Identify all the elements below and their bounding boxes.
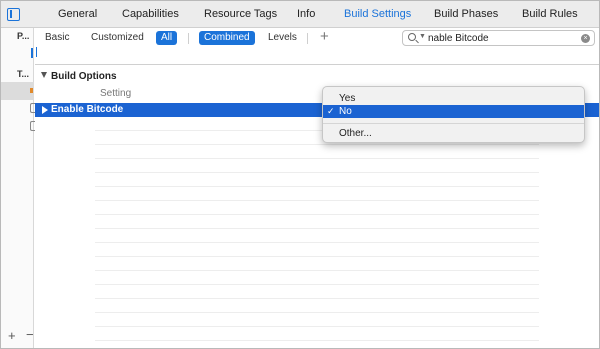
search-input[interactable] [428,32,578,44]
empty-row [95,313,539,327]
empty-row [95,229,539,243]
menu-item-yes[interactable]: Yes [323,92,584,105]
disclosure-triangle-icon[interactable] [42,106,48,114]
empty-row [95,257,539,271]
menu-item-no[interactable]: ✓ No [323,105,584,118]
targets-section-label: T... [17,69,30,79]
bitcode-value-popup-menu: Yes ✓ No Other... [322,86,585,143]
empty-row [95,187,539,201]
section-header-build-options[interactable]: Build Options [41,71,117,82]
focus-indicator [36,47,37,57]
filter-customized-button[interactable]: Customized [86,31,149,45]
project-target-list: P... T... [1,28,35,348]
tab-resource-tags[interactable]: Resource Tags [204,8,277,20]
navigator-toggle-icon[interactable] [7,8,20,21]
empty-row [95,201,539,215]
search-icon [408,33,416,41]
filter-bar-divider [35,64,599,65]
add-target-button[interactable]: + [8,328,16,343]
build-settings-filter-bar: Basic Customized All Combined Levels + ▼… [35,28,599,48]
empty-row [95,145,539,159]
column-header-setting: Setting [100,88,132,99]
menu-item-no-label: No [339,106,352,117]
tab-build-phases[interactable]: Build Phases [434,8,498,20]
empty-row [95,243,539,257]
setting-name: Enable Bitcode [51,104,124,115]
empty-row [95,271,539,285]
view-combined-button[interactable]: Combined [199,31,255,45]
tab-build-settings[interactable]: Build Settings [344,8,411,20]
section-title: Build Options [51,71,117,82]
menu-separator [323,123,584,124]
clear-search-icon[interactable]: × [581,34,590,43]
empty-row [95,327,539,341]
editor-tab-bar: General Capabilities Resource Tags Info … [1,1,599,28]
remove-target-button[interactable]: − [26,327,34,342]
filter-divider [188,33,189,44]
menu-item-other[interactable]: Other... [323,127,584,140]
target-icon[interactable] [30,121,35,131]
empty-row [95,285,539,299]
target-app-icon [30,88,33,93]
tab-info[interactable]: Info [297,8,315,20]
empty-row [95,215,539,229]
filter-divider [307,33,308,44]
empty-row [95,173,539,187]
xcode-build-settings-window: General Capabilities Resource Tags Info … [0,0,600,349]
search-options-chevron-icon[interactable]: ▼ [419,33,426,40]
view-levels-button[interactable]: Levels [263,31,302,45]
tab-build-rules[interactable]: Build Rules [522,8,578,20]
search-field[interactable]: ▼ × [402,30,595,46]
checkmark-icon: ✓ [327,106,335,116]
disclosure-triangle-icon[interactable] [41,72,47,78]
empty-row [95,159,539,173]
project-section-label: P... [17,31,30,41]
tab-general[interactable]: General [58,8,97,20]
add-setting-button[interactable]: + [320,28,329,45]
empty-row [95,299,539,313]
tab-capabilities[interactable]: Capabilities [122,8,179,20]
filter-all-button[interactable]: All [156,31,178,45]
filter-basic-button[interactable]: Basic [40,31,74,45]
project-item-marker[interactable] [31,48,33,58]
